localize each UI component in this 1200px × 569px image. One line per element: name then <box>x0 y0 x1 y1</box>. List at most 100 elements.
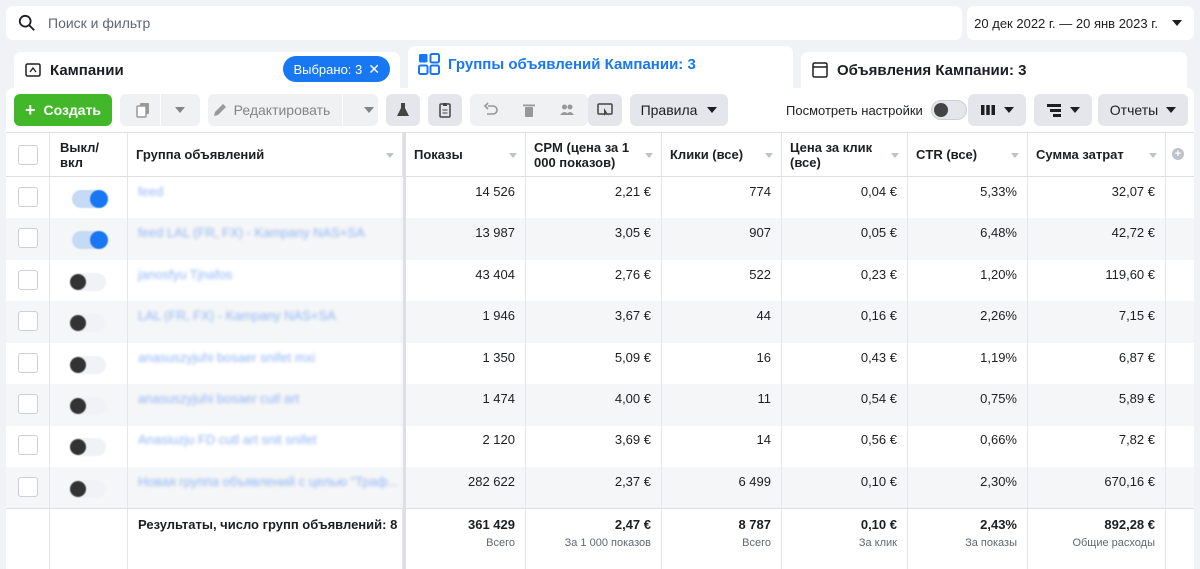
column-header-toggle[interactable]: Выкл/ вкл <box>50 133 128 176</box>
column-header-ctr[interactable]: CTR (все) <box>908 133 1028 176</box>
date-range-picker[interactable]: 20 дек 2022 г. — 20 янв 2023 г. <box>967 6 1194 40</box>
close-icon[interactable]: ✕ <box>368 61 380 78</box>
adset-name-link[interactable]: anasuszyjuhi bosaer snifet mxi <box>128 342 403 385</box>
adset-name-link[interactable]: anasuszyjuhi bosaer cutl art <box>128 384 403 426</box>
trash-icon[interactable] <box>521 102 537 118</box>
table-row[interactable]: Новая группа объявлений с целью "Траф...… <box>6 466 1194 509</box>
row-checkbox[interactable] <box>17 269 38 290</box>
totals-spend-value: 892,28 € <box>1104 517 1155 532</box>
totals-label: Результаты, число групп объявлений: 8 <box>128 509 403 569</box>
view-settings-toggle[interactable] <box>930 100 967 120</box>
chevron-down-icon[interactable] <box>175 107 185 113</box>
adset-name-link[interactable]: feed LAL (FR, FX) - Kampany NAS+SA <box>128 218 403 260</box>
cell-impressions: 14 526 <box>406 177 526 219</box>
breakdown-dropdown[interactable] <box>1034 94 1092 126</box>
column-header-spend[interactable]: Сумма затрат <box>1028 133 1166 176</box>
ad-window-icon <box>812 62 828 78</box>
grid-icon <box>418 53 440 75</box>
cell-ctr: 1,20% <box>908 259 1028 302</box>
preview-button[interactable] <box>588 94 622 126</box>
column-header-cpm[interactable]: CPM (цена за 1 000 показов) <box>526 133 662 176</box>
tab-ads[interactable]: Объявления Кампании: 3 <box>801 52 1187 88</box>
cell-ctr: 0,66% <box>908 425 1028 467</box>
table-row[interactable]: anasuszyjuhi bosaer snifet mxi 1 350 5,09 … <box>6 342 1194 385</box>
table-row[interactable]: Anasiuzju FD cutl art snit snifet 2 120 3,… <box>6 425 1194 467</box>
select-all-checkbox[interactable] <box>17 144 38 165</box>
delivery-toggle[interactable] <box>69 355 106 374</box>
view-settings[interactable]: Посмотреть настройки <box>786 100 967 120</box>
table-row[interactable]: feed LAL (FR, FX) - Kampany NAS+SA 13 987… <box>6 218 1194 260</box>
delivery-toggle[interactable] <box>69 397 106 415</box>
adsets-panel: + Создать Редактировать Правила Посмотре… <box>6 88 1194 569</box>
delivery-toggle[interactable] <box>71 231 108 250</box>
delivery-toggle[interactable] <box>69 438 106 457</box>
adset-name-link[interactable]: LAL (FR, FX) - Kampany NAS+SA <box>128 301 403 343</box>
rules-dropdown[interactable]: Правила <box>630 94 728 126</box>
column-header-name[interactable]: Группа объявлений <box>128 133 403 176</box>
column-header-cpc[interactable]: Цена за клик (все) <box>782 133 908 176</box>
cell-impressions: 43 404 <box>406 259 526 302</box>
people-icon[interactable] <box>559 102 575 118</box>
tab-adsets[interactable]: Группы объявлений Кампании: 3 <box>408 46 793 88</box>
table-row[interactable]: LAL (FR, FX) - Kampany NAS+SA 1 946 3,67 €… <box>6 301 1194 343</box>
duplicate-button[interactable] <box>120 94 200 126</box>
cell-spend: 6,87 € <box>1028 342 1166 385</box>
row-select-cell <box>6 425 50 467</box>
add-column-icon[interactable]: + <box>1172 148 1184 160</box>
row-checkbox[interactable] <box>17 476 38 497</box>
row-select-cell <box>6 301 50 343</box>
search-bar[interactable]: Поиск и фильтр <box>6 6 962 40</box>
edit-button[interactable]: Редактировать <box>208 94 378 126</box>
cell-ctr: 2,30% <box>908 466 1028 509</box>
table-row[interactable]: janosfyu Tjnafos 43 404 2,76 €522 0,23 €1,2… <box>6 259 1194 302</box>
selected-count: Выбрано: 3 <box>293 61 363 77</box>
create-button[interactable]: + Создать <box>14 94 112 126</box>
test-button[interactable] <box>386 94 420 126</box>
columns-dropdown[interactable] <box>968 94 1026 126</box>
row-toggle-cell <box>50 301 128 343</box>
column-header-impressions[interactable]: Показы <box>406 133 526 176</box>
reports-dropdown[interactable]: Отчеты <box>1098 94 1188 126</box>
column-divider[interactable] <box>403 132 406 569</box>
row-checkbox[interactable] <box>17 352 38 373</box>
totals-cpc-caption: За клик <box>858 537 897 549</box>
adset-name-link[interactable]: Anasiuzju FD cutl art snit snifet <box>128 425 403 467</box>
cell-impressions: 2 120 <box>406 425 526 467</box>
history-actions <box>470 94 588 126</box>
column-header-clicks-label: Клики (все) <box>670 147 744 162</box>
cell-impressions: 282 622 <box>406 466 526 509</box>
row-checkbox[interactable] <box>17 228 38 249</box>
cell-cpc: 0,54 € <box>782 384 908 426</box>
column-header-clicks[interactable]: Клики (все) <box>662 133 782 176</box>
adset-name-link[interactable]: Новая группа объявлений с целью "Траф... <box>128 466 403 509</box>
delivery-toggle[interactable] <box>69 314 106 333</box>
delivery-toggle[interactable] <box>71 190 108 208</box>
cell-clicks: 14 <box>662 425 782 467</box>
cell-impressions: 1 350 <box>406 342 526 385</box>
cell-ctr: 0,75% <box>908 384 1028 426</box>
row-checkbox[interactable] <box>17 311 38 332</box>
clipboard-button[interactable] <box>428 94 462 126</box>
delivery-toggle[interactable] <box>69 272 106 291</box>
tab-campaigns[interactable]: Кампании Выбрано: 3 ✕ <box>14 52 400 88</box>
cell-ctr: 1,19% <box>908 342 1028 385</box>
selected-badge[interactable]: Выбрано: 3 ✕ <box>283 56 390 82</box>
row-spacer <box>1166 177 1194 219</box>
search-input[interactable]: Поиск и фильтр <box>48 15 150 31</box>
row-checkbox[interactable] <box>17 435 38 456</box>
row-checkbox[interactable] <box>17 187 38 207</box>
undo-icon[interactable] <box>483 102 499 118</box>
clipboard-icon <box>439 103 451 118</box>
row-select-cell <box>6 466 50 509</box>
totals-spacer <box>50 509 128 569</box>
row-toggle-cell <box>50 342 128 385</box>
chevron-down-icon[interactable] <box>364 107 375 113</box>
row-checkbox[interactable] <box>17 394 38 414</box>
adset-name-link[interactable]: feed <box>128 177 403 219</box>
table-row[interactable]: feed 14 526 2,21 €774 0,04 €5,33% 32,07 € <box>6 177 1194 219</box>
table-row[interactable]: anasuszyjuhi bosaer cutl art 1 474 4,00 €1… <box>6 384 1194 426</box>
chevron-down-icon <box>1004 107 1014 113</box>
adset-name-link[interactable]: janosfyu Tjnafos <box>128 259 403 302</box>
delivery-toggle[interactable] <box>69 479 106 498</box>
row-toggle-cell <box>50 259 128 302</box>
